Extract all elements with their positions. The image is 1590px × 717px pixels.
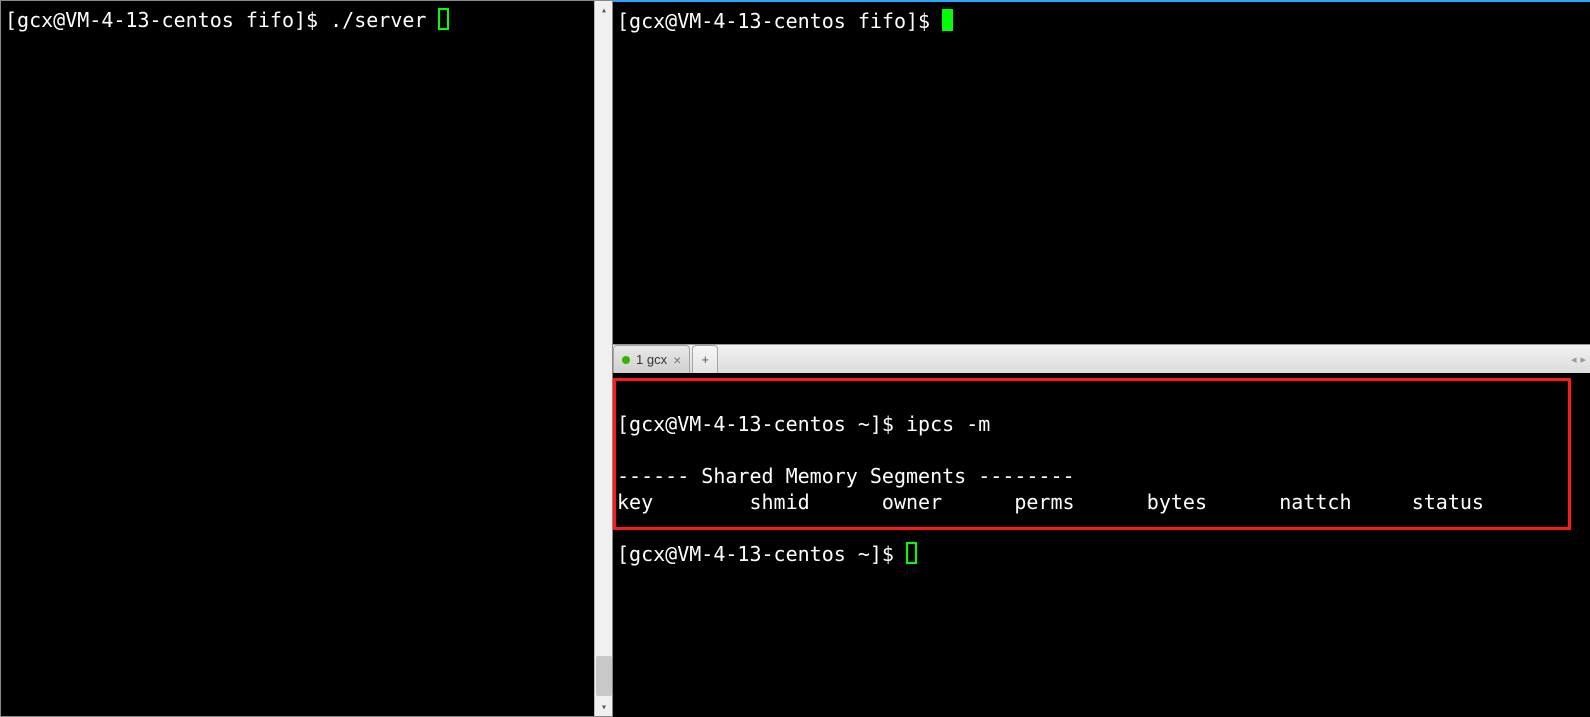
cursor-icon [942,9,953,31]
cursor-icon [438,8,449,30]
left-terminal-pane: [gcx@VM-4-13-centos fifo]$ ./server ▴ ▾ [0,0,613,717]
tab-scroll-left-icon[interactable]: ◂ [1571,353,1577,366]
tab-scroll-controls: ◂ ▸ [1567,345,1590,373]
connection-status-icon [622,356,630,364]
terminal-tab-bar: 1 gcx × + ◂ ▸ [613,345,1590,373]
terminal-tab-label: 1 gcx [636,352,667,367]
vertical-scrollbar[interactable]: ▴ ▾ [594,1,612,716]
output-column-headers: key shmid owner perms bytes nattch statu… [617,490,1484,514]
close-tab-icon[interactable]: × [673,353,681,367]
terminal-tab[interactable]: 1 gcx × [613,345,690,373]
scroll-up-icon[interactable]: ▴ [595,1,613,19]
scroll-down-icon[interactable]: ▾ [595,698,613,716]
shell-prompt: [gcx@VM-4-13-centos ~]$ [617,542,906,566]
shell-prompt: [gcx@VM-4-13-centos ~]$ [617,412,906,436]
scrollbar-thumb[interactable] [596,656,612,696]
right-top-terminal[interactable]: [gcx@VM-4-13-centos fifo]$ [613,0,1590,344]
right-column: [gcx@VM-4-13-centos fifo]$ 1 gcx × + ◂ ▸… [613,0,1590,717]
right-bottom-terminal[interactable]: [gcx@VM-4-13-centos ~]$ ipcs -m ------ S… [613,373,1590,717]
shell-prompt: [gcx@VM-4-13-centos fifo]$ [5,8,330,32]
tab-scroll-right-icon[interactable]: ▸ [1580,353,1586,366]
command-text: ipcs -m [906,412,990,436]
tab-bar-spacer [718,345,1567,373]
left-terminal[interactable]: [gcx@VM-4-13-centos fifo]$ ./server [1,1,594,716]
right-bottom-pane: 1 gcx × + ◂ ▸ [gcx@VM-4-13-centos ~]$ ip… [613,344,1590,717]
command-text: ./server [330,8,438,32]
new-tab-button[interactable]: + [692,345,718,373]
cursor-icon [906,542,917,564]
shell-prompt: [gcx@VM-4-13-centos fifo]$ [617,9,942,33]
output-section-header: ------ Shared Memory Segments -------- [617,464,1075,488]
